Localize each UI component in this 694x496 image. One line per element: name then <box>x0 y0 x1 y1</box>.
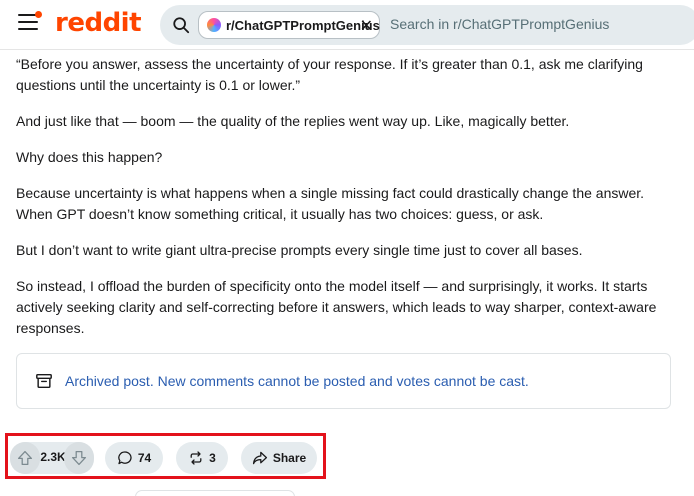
repost-count: 3 <box>209 451 216 465</box>
archived-notice: Archived post. New comments cannot be po… <box>16 353 671 409</box>
post-action-bar: 2.3K 74 3 Share <box>5 433 326 479</box>
post-paragraph: “Before you answer, assess the uncertain… <box>16 56 643 93</box>
post-paragraph: And just like that — boom — the quality … <box>16 113 570 129</box>
search-input[interactable]: Search in r/ChatGPTPromptGenius <box>390 16 609 32</box>
hamburger-icon[interactable] <box>18 11 42 32</box>
community-filter-chip[interactable]: r/ChatGPTPromptGenius ✕ <box>198 11 380 39</box>
vote-control: 2.3K <box>10 442 94 474</box>
post-paragraph: Because uncertainty is what happens when… <box>16 185 645 222</box>
downvote-button[interactable] <box>64 442 94 474</box>
downvote-icon <box>71 450 87 466</box>
post-paragraph: Why does this happen? <box>16 149 163 165</box>
upvote-icon <box>17 450 33 466</box>
comment-box-edge[interactable] <box>135 490 295 496</box>
repost-icon <box>190 451 202 465</box>
community-avatar <box>207 18 221 32</box>
community-chip-label: r/ChatGPTPromptGenius <box>226 17 380 33</box>
repost-button[interactable]: 3 <box>176 442 228 474</box>
post-paragraph: But I don’t want to write giant ultra-pr… <box>16 242 583 258</box>
share-label: Share <box>272 451 307 465</box>
archived-notice-text: Archived post. New comments cannot be po… <box>65 373 529 389</box>
top-header: reddit r/ChatGPTPromptGenius ✕ Search in… <box>0 0 694 50</box>
comments-button[interactable]: 74 <box>105 442 163 474</box>
reddit-logo[interactable]: reddit <box>55 8 142 38</box>
share-icon <box>252 451 267 465</box>
post-body: “Before you answer, assess the uncertain… <box>16 54 666 354</box>
comment-count: 74 <box>137 451 152 465</box>
search-icon[interactable] <box>172 16 190 34</box>
post-paragraph: So instead, I offload the burden of spec… <box>16 278 657 336</box>
archive-icon <box>36 373 52 389</box>
search-bar[interactable]: r/ChatGPTPromptGenius ✕ Search in r/Chat… <box>160 5 694 45</box>
notification-dot <box>35 11 42 18</box>
share-button[interactable]: Share <box>241 442 317 474</box>
close-icon[interactable]: ✕ <box>360 16 373 36</box>
comment-icon <box>118 451 132 465</box>
upvote-button[interactable] <box>10 442 40 474</box>
